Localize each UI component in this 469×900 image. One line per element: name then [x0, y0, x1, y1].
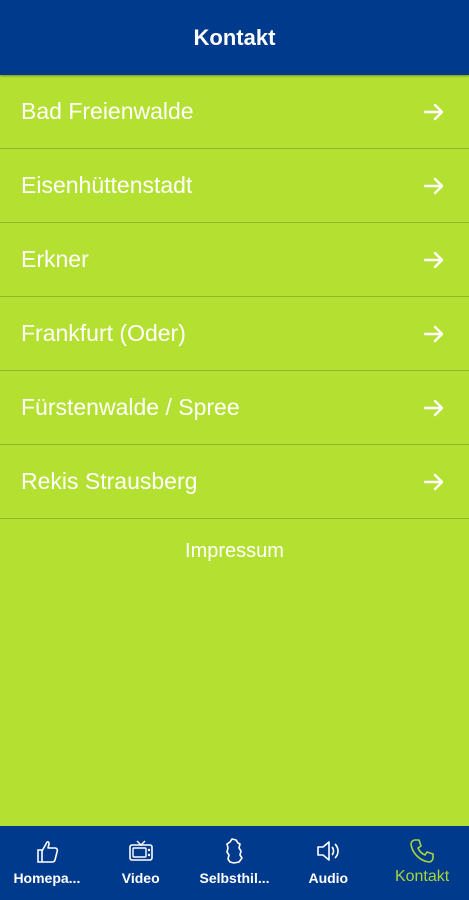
- tab-homepage[interactable]: Homepa...: [0, 826, 94, 900]
- location-item-eisenhuettenstadt[interactable]: Eisenhüttenstadt: [0, 149, 469, 223]
- tab-label: Video: [121, 870, 160, 886]
- location-item-bad-freienwalde[interactable]: Bad Freienwalde: [0, 75, 469, 149]
- arrow-right-icon: [423, 177, 444, 194]
- tab-label: Audio: [308, 870, 349, 886]
- tab-audio[interactable]: Audio: [281, 826, 375, 900]
- arrow-right-icon: [423, 399, 444, 416]
- location-label: Erkner: [21, 246, 89, 272]
- arrow-right-icon: [423, 325, 444, 342]
- arrow-right-icon: [423, 251, 444, 268]
- location-list: Bad Freienwalde Eisenhüttenstadt Erkner …: [0, 75, 469, 519]
- tab-label: Selbsthil...: [199, 870, 270, 886]
- location-item-frankfurt-oder[interactable]: Frankfurt (Oder): [0, 297, 469, 371]
- germany-map-icon: [226, 838, 244, 864]
- bottom-tab-bar: Homepa... Video Selbsthil... Audio Konta…: [0, 826, 469, 900]
- phone-icon: [410, 839, 434, 863]
- page-title: Kontakt: [193, 24, 276, 50]
- thumbs-up-icon: [37, 840, 59, 863]
- tab-kontakt[interactable]: Kontakt: [375, 826, 469, 900]
- location-label: Bad Freienwalde: [21, 98, 194, 124]
- location-label: Eisenhüttenstadt: [21, 172, 193, 198]
- app-header: Kontakt: [0, 0, 469, 75]
- location-item-erkner[interactable]: Erkner: [0, 223, 469, 297]
- location-label: Frankfurt (Oder): [21, 320, 186, 346]
- arrow-right-icon: [423, 473, 444, 490]
- tab-selbsthilfe[interactable]: Selbsthil...: [188, 826, 282, 900]
- tab-label: Homepa...: [13, 870, 81, 886]
- location-label: Fürstenwalde / Spree: [21, 394, 240, 420]
- speaker-icon: [317, 841, 340, 861]
- impressum-link[interactable]: Impressum: [0, 540, 469, 563]
- tv-icon: [128, 840, 153, 861]
- tab-label: Kontakt: [394, 868, 450, 885]
- location-label: Rekis Strausberg: [21, 468, 198, 494]
- arrow-right-icon: [423, 103, 444, 120]
- location-item-rekis-strausberg[interactable]: Rekis Strausberg: [0, 445, 469, 519]
- tab-video[interactable]: Video: [94, 826, 188, 900]
- location-item-fuerstenwalde-spree[interactable]: Fürstenwalde / Spree: [0, 371, 469, 445]
